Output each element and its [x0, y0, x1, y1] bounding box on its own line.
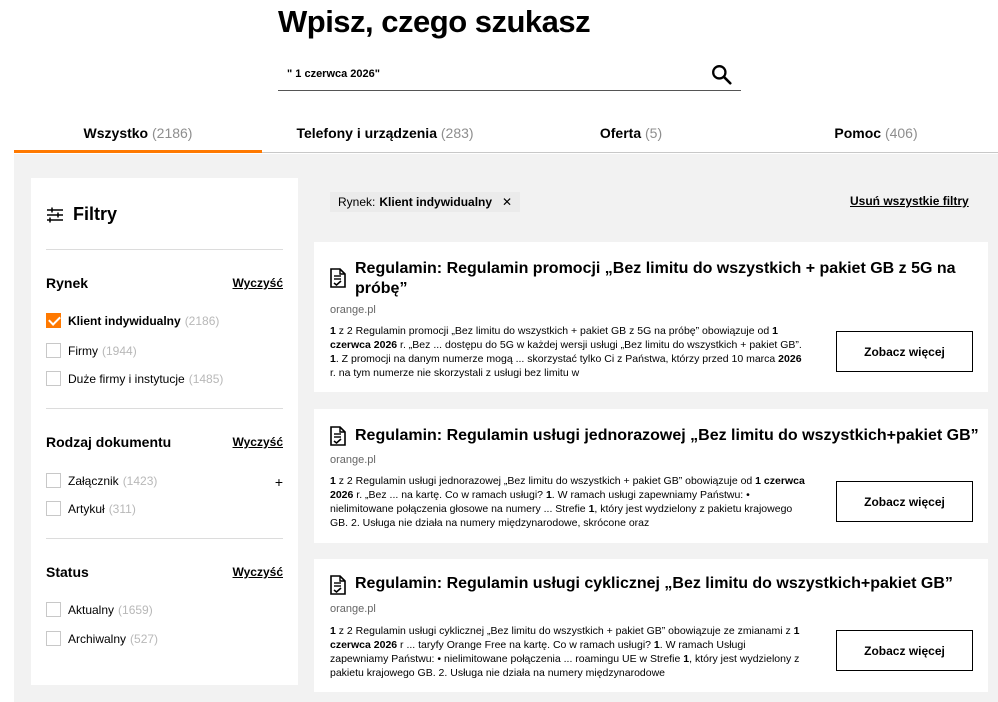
close-icon[interactable]: ✕: [502, 192, 512, 212]
result-snippet: 1 z 2 Regulamin usługi jednorazowej „Bez…: [330, 474, 805, 530]
snippet-text: r. na tym numerze nie skorzystali z usłu…: [330, 367, 580, 379]
snippet-text: r. „Bez ... na kartę. Co w ramach usługi…: [353, 489, 546, 501]
clear-document-type-link[interactable]: Wyczyść: [233, 435, 283, 449]
filter-option-large-companies[interactable]: Duże firmy i instytucje (1485): [46, 371, 223, 386]
divider: [46, 538, 283, 539]
tab-label: Pomoc: [834, 125, 882, 141]
title-line: Regulamin: Regulamin usługi cyklicznej „…: [355, 575, 953, 592]
option-count: (1659): [118, 602, 153, 617]
clear-status-link[interactable]: Wyczyść: [233, 565, 283, 579]
checkbox[interactable]: [46, 343, 61, 358]
option-count: (1423): [122, 473, 158, 488]
title-line: Regulamin: Regulamin promocji „Bez limit…: [355, 260, 956, 277]
remove-all-filters-link[interactable]: Usuń wszystkie filtry: [850, 194, 969, 208]
page-title: Wpisz, czego szukasz: [278, 4, 591, 39]
snippet-text: z 2 Regulamin usługi cyklicznej „Bez lim…: [335, 625, 794, 637]
checkbox-checked[interactable]: [46, 313, 61, 328]
search-box: [278, 58, 741, 91]
filter-sliders-icon: [47, 207, 63, 222]
option-label: Duże firmy i instytucje: [68, 371, 185, 386]
option-count: (1944): [102, 343, 137, 358]
result-source: orange.pl: [330, 454, 376, 466]
title-line: próbę”: [355, 280, 408, 297]
result-title-link[interactable]: Regulamin: Regulamin usługi jednorazowej…: [355, 426, 979, 446]
see-more-button[interactable]: Zobacz więcej: [836, 630, 973, 671]
option-label: Firmy: [68, 343, 98, 358]
divider: [46, 408, 283, 409]
option-count: (527): [130, 631, 159, 646]
document-check-icon: [330, 575, 346, 595]
checkbox[interactable]: [46, 501, 61, 516]
filter-section-title-document-type: Rodzaj dokumentu: [46, 434, 172, 450]
document-check-icon: [330, 426, 346, 446]
result-title-link[interactable]: Regulamin: Regulamin usługi cyklicznej „…: [355, 574, 953, 594]
chip-prefix: Rynek:: [338, 195, 376, 209]
snippet-text: z 2 Regulamin usługi jednorazowej „Bez l…: [335, 475, 756, 487]
search-icon[interactable]: [711, 64, 732, 85]
filter-option-archived[interactable]: Archiwalny (527): [46, 631, 158, 646]
checkbox[interactable]: [46, 631, 61, 646]
option-label: Klient indywidualny: [68, 313, 181, 328]
snippet-text: r. „Bez ... dostępu do 5G w każdej wersj…: [397, 339, 802, 351]
tab-help[interactable]: Pomoc (406): [754, 116, 998, 153]
tab-count: (283): [440, 125, 474, 141]
filters-title: Filtry: [73, 204, 118, 224]
option-count: (1485): [188, 371, 224, 386]
tab-label: Wszystko: [83, 125, 149, 141]
filter-option-article[interactable]: Artykuł (311): [46, 501, 136, 516]
snippet-text: z 2 Regulamin promocji „Bez limitu do ws…: [335, 325, 773, 337]
tab-offer[interactable]: Oferta (5): [508, 116, 754, 153]
filter-section-title-market: Rynek: [46, 275, 89, 291]
filters-header: Filtry: [46, 204, 117, 225]
filters-panel: Filtry Rynek Wyczyść Klient indywidualny…: [31, 178, 298, 685]
title-line: Regulamin: Regulamin usługi jednorazowej…: [355, 427, 979, 444]
filter-section-title-status: Status: [46, 564, 89, 580]
result-snippet: 1 z 2 Regulamin usługi cyklicznej „Bez l…: [330, 624, 805, 680]
result-snippet: 1 z 2 Regulamin promocji „Bez limitu do …: [330, 324, 805, 380]
result-card: Regulamin: Regulamin promocji „Bez limit…: [314, 242, 988, 392]
filter-option-current[interactable]: Aktualny (1659): [46, 602, 153, 617]
chip-value: Klient indywidualny: [379, 195, 493, 209]
tab-label: Oferta: [599, 125, 642, 141]
search-input[interactable]: [278, 58, 698, 90]
snippet-text: r ... taryfy Orange Free na kartę. Co w …: [397, 639, 654, 651]
plus-icon[interactable]: +: [275, 474, 283, 490]
tab-count: (2186): [152, 125, 193, 141]
filter-option-individual-client[interactable]: Klient indywidualny (2186): [46, 313, 219, 328]
result-title-link[interactable]: Regulamin: Regulamin promocji „Bez limit…: [355, 259, 956, 299]
document-check-icon: [330, 268, 346, 288]
option-count: (311): [108, 501, 136, 516]
tab-phones-devices[interactable]: Telefony i urządzenia (283): [262, 116, 508, 153]
checkbox[interactable]: [46, 371, 61, 386]
filter-option-attachment[interactable]: Załącznik (1423): [46, 473, 157, 488]
result-tabs: Wszystko (2186) Telefony i urządzenia (2…: [14, 116, 998, 153]
snippet-highlight: 2026: [778, 353, 802, 365]
active-filter-chip: Rynek: Klient indywidualny ✕: [330, 192, 521, 212]
checkbox[interactable]: [46, 602, 61, 617]
divider: [46, 249, 283, 250]
option-count: (2186): [184, 313, 220, 328]
option-label: Aktualny: [68, 602, 115, 617]
checkbox[interactable]: [46, 473, 61, 488]
filter-option-companies[interactable]: Firmy (1944): [46, 343, 137, 358]
tab-label: Telefony i urządzenia: [296, 125, 437, 141]
result-source: orange.pl: [330, 304, 376, 316]
tab-count: (5): [645, 125, 663, 141]
snippet-text: . Z promocji na danym numerze mogą ... s…: [335, 353, 779, 365]
option-label: Załącznik: [68, 473, 119, 488]
tab-all[interactable]: Wszystko (2186): [14, 116, 262, 153]
result-card: Regulamin: Regulamin usługi cyklicznej „…: [314, 559, 988, 692]
result-card: Regulamin: Regulamin usługi jednorazowej…: [314, 409, 988, 543]
tab-count: (406): [884, 125, 918, 141]
clear-market-link[interactable]: Wyczyść: [233, 276, 283, 290]
option-label: Artykuł: [68, 501, 105, 516]
option-label: Archiwalny: [68, 631, 127, 646]
see-more-button[interactable]: Zobacz więcej: [836, 481, 973, 522]
result-source: orange.pl: [330, 603, 376, 615]
see-more-button[interactable]: Zobacz więcej: [836, 331, 973, 372]
